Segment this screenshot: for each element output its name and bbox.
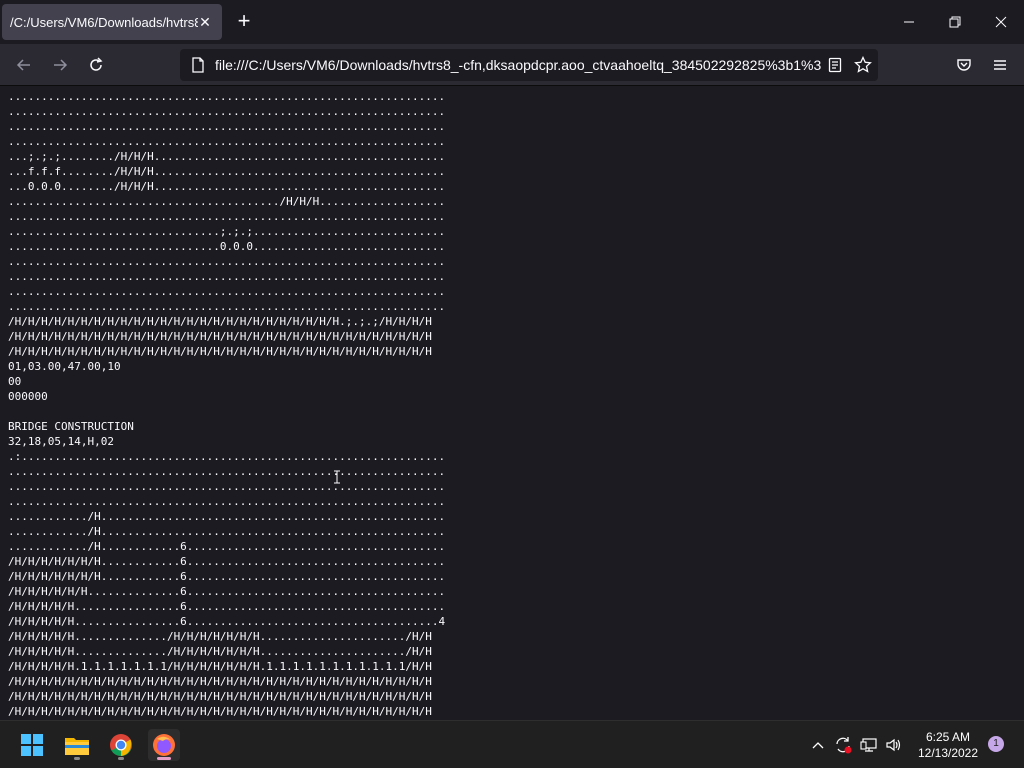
firefox-icon — [153, 734, 175, 756]
clock-time: 6:25 AM — [925, 730, 971, 744]
taskbar-clock[interactable]: 6:25 AM 12/13/2022 — [908, 729, 988, 761]
restore-icon — [949, 16, 961, 28]
minimize-button[interactable] — [894, 8, 924, 36]
taskbar: 6:25 AM 12/13/2022 — [0, 720, 1024, 768]
notification-badge[interactable]: 1 — [988, 736, 1004, 752]
forward-button[interactable] — [46, 51, 74, 79]
running-indicator — [74, 757, 80, 760]
close-tab-icon[interactable]: ✕ — [196, 13, 214, 31]
firefox-button[interactable] — [148, 729, 180, 761]
new-tab-button[interactable]: + — [232, 10, 256, 34]
clock-date: 12/13/2022 — [917, 746, 979, 760]
windows-start-icon — [21, 734, 43, 756]
speaker-icon — [886, 738, 901, 752]
chevron-up-icon — [812, 742, 824, 749]
address-bar[interactable]: file:///C:/Users/VM6/Downloads/hvtrs8_-c… — [180, 49, 878, 81]
pocket-button[interactable] — [950, 51, 978, 79]
sync-icon — [836, 737, 852, 754]
minimize-icon — [904, 21, 914, 23]
menu-button[interactable] — [986, 51, 1014, 79]
navigation-toolbar: file:///C:/Users/VM6/Downloads/hvtrs8_-c… — [0, 44, 1024, 86]
tab-title: /C:/Users/VM6/Downloads/hvtrs8_-cf — [10, 14, 198, 30]
bookmark-star-icon[interactable] — [854, 56, 872, 74]
plain-text-document: ........................................… — [8, 90, 446, 718]
forward-arrow-icon — [54, 59, 68, 71]
network-icon — [860, 738, 877, 752]
close-icon — [995, 16, 1007, 28]
text-cursor-icon — [334, 470, 340, 484]
chrome-icon — [110, 734, 132, 756]
url-text: file:///C:/Users/VM6/Downloads/hvtrs8_-c… — [215, 57, 821, 73]
active-indicator — [157, 757, 171, 760]
show-hidden-icons-button[interactable] — [808, 735, 828, 755]
pocket-icon — [957, 59, 971, 71]
close-window-button[interactable] — [986, 8, 1016, 36]
reload-button[interactable] — [82, 51, 110, 79]
tab-strip: /C:/Users/VM6/Downloads/hvtrs8_-cf ✕ + — [0, 0, 1024, 44]
network-button[interactable] — [859, 735, 879, 755]
running-indicator — [118, 757, 124, 760]
restore-button[interactable] — [940, 8, 970, 36]
hamburger-menu-icon — [994, 60, 1006, 70]
reader-view-icon[interactable] — [828, 57, 842, 73]
page-icon — [192, 57, 204, 73]
folder-icon — [65, 738, 89, 755]
page-content: ........................................… — [0, 86, 1024, 720]
back-button[interactable] — [10, 51, 38, 79]
volume-button[interactable] — [884, 735, 904, 755]
file-explorer-button[interactable] — [61, 729, 93, 761]
chrome-button[interactable] — [105, 729, 137, 761]
reload-icon — [90, 57, 103, 71]
browser-tab[interactable]: /C:/Users/VM6/Downloads/hvtrs8_-cf ✕ — [2, 4, 222, 40]
back-arrow-icon — [16, 59, 30, 71]
start-button[interactable] — [16, 729, 48, 761]
sync-status-button[interactable] — [833, 735, 853, 755]
